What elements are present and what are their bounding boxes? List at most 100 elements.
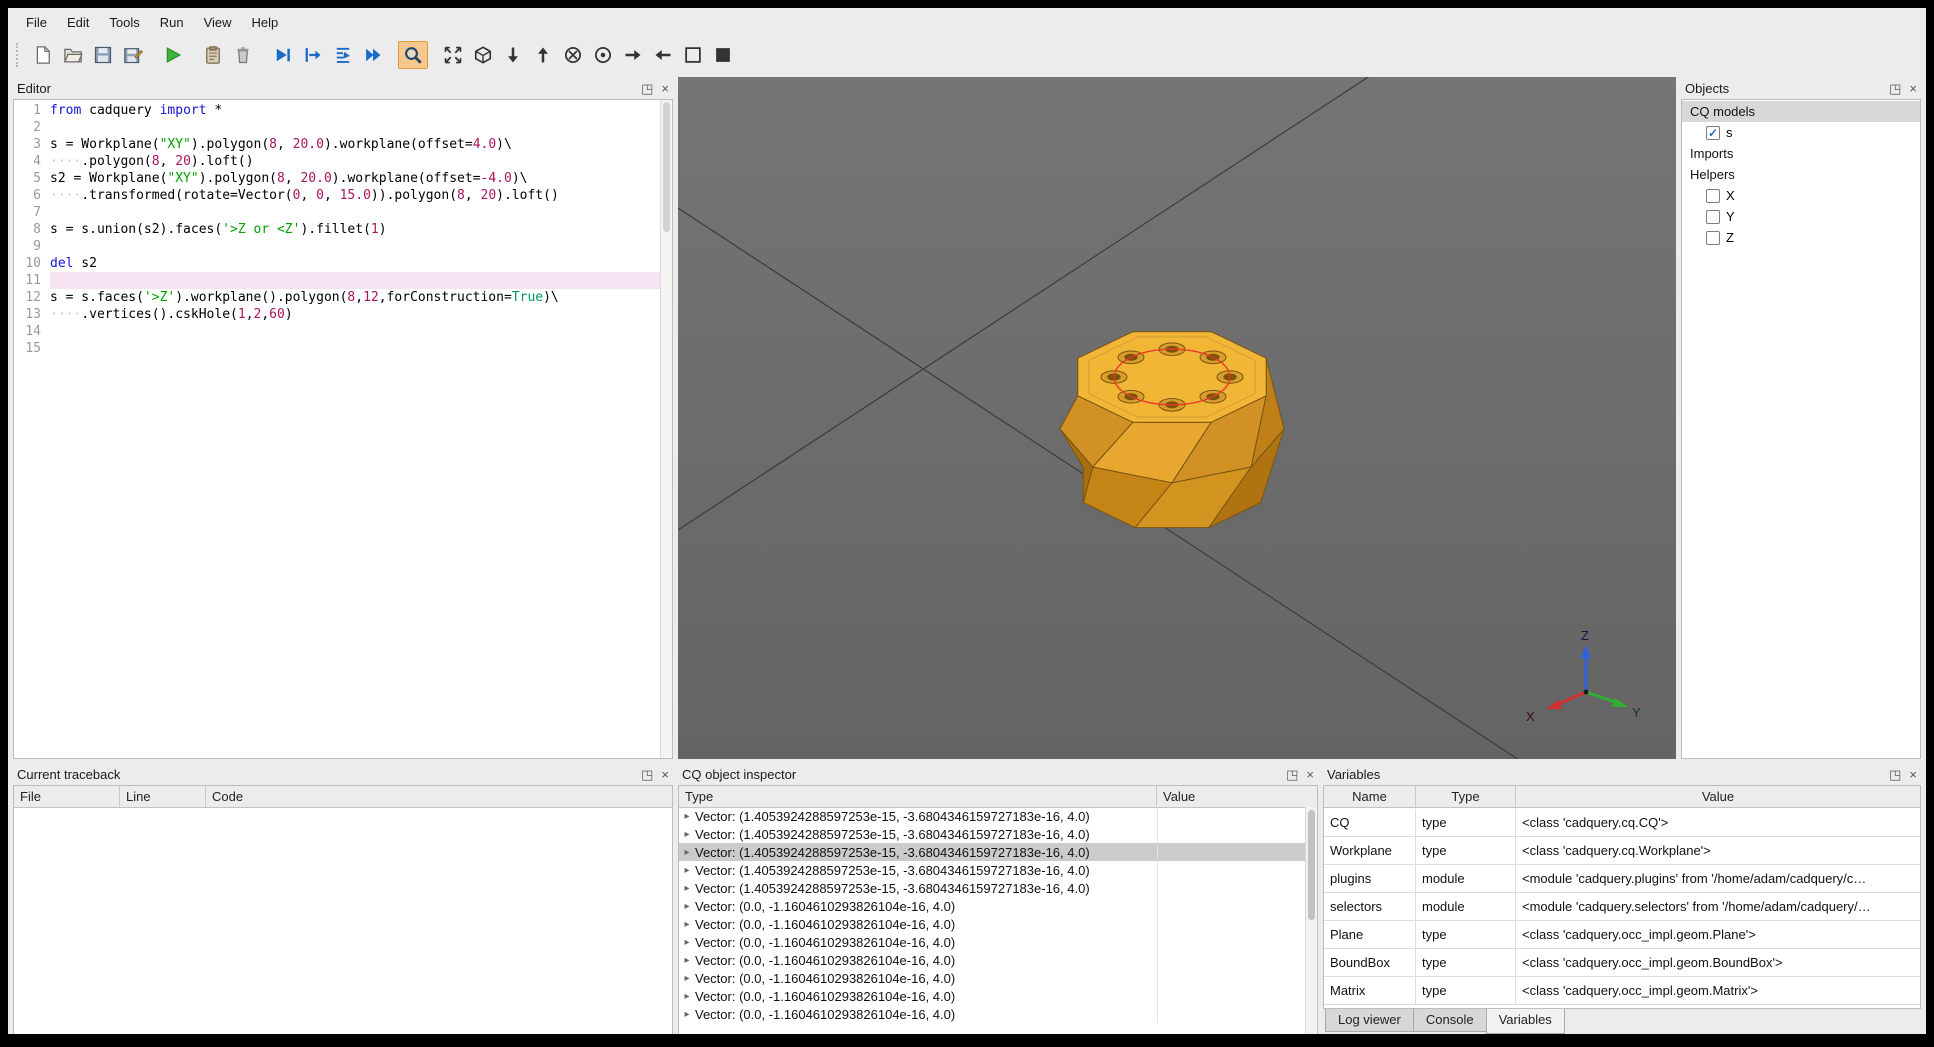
objects-panel-titlebar[interactable]: Objects ◳ × (1681, 77, 1921, 99)
inspector-row[interactable]: ▸ Vector: (0.0, -1.1604610293826104e-16, … (679, 897, 1305, 915)
variables-header-type[interactable]: Type (1416, 786, 1516, 807)
traceback-header-line[interactable]: Line (120, 786, 206, 807)
zoom-select-button[interactable] (398, 41, 428, 69)
variables-header-name[interactable]: Name (1324, 786, 1416, 807)
close-panel-icon[interactable]: × (1909, 768, 1917, 781)
inspector-row[interactable]: ▸ Vector: (0.0, -1.1604610293826104e-16, … (679, 987, 1305, 1005)
float-panel-icon[interactable]: ◳ (641, 82, 653, 95)
3d-viewport[interactable]: Z Y X (678, 77, 1676, 759)
close-panel-icon[interactable]: × (1306, 768, 1314, 781)
step-button[interactable] (298, 41, 328, 69)
delete-button[interactable] (228, 41, 258, 69)
continue-button[interactable] (358, 41, 388, 69)
traceback-header-code[interactable]: Code (206, 786, 672, 807)
inspector-row[interactable]: ▸ Vector: (1.4053924288597253e-15, -3.680… (679, 843, 1305, 861)
close-panel-icon[interactable]: × (1909, 82, 1917, 95)
inspector-row[interactable]: ▸ Vector: (0.0, -1.1604610293826104e-16, … (679, 933, 1305, 951)
scrollbar-thumb[interactable] (1308, 810, 1315, 920)
shaded-button[interactable] (708, 41, 738, 69)
menu-item-edit[interactable]: Edit (57, 10, 99, 35)
code-line-9[interactable]: 9 (14, 238, 660, 255)
code-line-2[interactable]: 2 (14, 119, 660, 136)
code-line-1[interactable]: 1 from cadquery import * (14, 102, 660, 119)
menu-item-file[interactable]: File (16, 10, 57, 35)
expander-icon[interactable]: ▸ (679, 937, 695, 948)
editor-panel-titlebar[interactable]: Editor ◳ × (13, 77, 673, 99)
variables-panel-titlebar[interactable]: Variables ◳ × (1323, 763, 1921, 785)
traceback-panel-titlebar[interactable]: Current traceback ◳ × (13, 763, 673, 785)
expander-icon[interactable]: ▸ (679, 1009, 695, 1020)
code-line-6[interactable]: 6 ····.transformed(rotate=Vector(0, 0, 15… (14, 187, 660, 204)
code-line-5[interactable]: 5 s2 = Workplane("XY").polygon(8, 20.0).w… (14, 170, 660, 187)
save-button[interactable] (88, 41, 118, 69)
float-panel-icon[interactable]: ◳ (1889, 768, 1901, 781)
scrollbar-thumb[interactable] (663, 102, 670, 232)
expander-icon[interactable]: ▸ (679, 883, 695, 894)
code-line-14[interactable]: 14 (14, 323, 660, 340)
checkbox-z[interactable] (1706, 230, 1720, 245)
tree-item-x[interactable]: X (1682, 185, 1920, 206)
tab-variables[interactable]: Variables (1485, 1009, 1565, 1034)
close-panel-icon[interactable]: × (661, 82, 669, 95)
variables-row[interactable]: selectors module <module 'cadquery.selecto… (1324, 893, 1920, 921)
tab-log-viewer[interactable]: Log viewer (1325, 1009, 1414, 1032)
tree-item-s[interactable]: ✓ s (1682, 122, 1920, 143)
expander-icon[interactable]: ▸ (679, 919, 695, 930)
tree-item-z[interactable]: Z (1682, 227, 1920, 248)
traceback-header-file[interactable]: File (14, 786, 120, 807)
inspector-row[interactable]: ▸ Vector: (1.4053924288597253e-15, -3.680… (679, 825, 1305, 843)
toolbar-drag-handle[interactable] (16, 43, 22, 67)
step-in-button[interactable] (328, 41, 358, 69)
variables-row[interactable]: Plane type <class 'cadquery.occ_impl.geom.… (1324, 921, 1920, 949)
expander-icon[interactable]: ▸ (679, 901, 695, 912)
variables-header-value[interactable]: Value (1516, 786, 1920, 807)
code-editor[interactable]: 1 from cadquery import * 2 3 s = Workplane("… (13, 99, 673, 759)
variables-row[interactable]: BoundBox type <class 'cadquery.occ_impl.ge… (1324, 949, 1920, 977)
expander-icon[interactable]: ▸ (679, 955, 695, 966)
view-back-button[interactable] (588, 41, 618, 69)
tree-item-y[interactable]: Y (1682, 206, 1920, 227)
clipboard-button[interactable] (198, 41, 228, 69)
float-panel-icon[interactable]: ◳ (1286, 768, 1298, 781)
view-right-button[interactable] (618, 41, 648, 69)
inspector-row[interactable]: ▸ Vector: (0.0, -1.1604610293826104e-16, … (679, 915, 1305, 933)
menu-item-tools[interactable]: Tools (99, 10, 149, 35)
inspector-row[interactable]: ▸ Vector: (0.0, -1.1604610293826104e-16, … (679, 969, 1305, 987)
expander-icon[interactable]: ▸ (679, 865, 695, 876)
inspector-scrollbar[interactable] (1305, 807, 1317, 1034)
variables-row[interactable]: CQ type <class 'cadquery.cq.CQ'> (1324, 809, 1920, 837)
expander-icon[interactable]: ▸ (679, 811, 695, 822)
inspector-row[interactable]: ▸ Vector: (1.4053924288597253e-15, -3.680… (679, 879, 1305, 897)
inspector-header-value[interactable]: Value (1157, 786, 1317, 807)
code-line-4[interactable]: 4 ····.polygon(8, 20).loft() (14, 153, 660, 170)
expander-icon[interactable]: ▸ (679, 991, 695, 1002)
tree-group-helpers[interactable]: Helpers (1682, 164, 1920, 185)
variables-row[interactable]: Workplane type <class 'cadquery.cq.Workpla… (1324, 837, 1920, 865)
tab-console[interactable]: Console (1412, 1009, 1487, 1032)
debug-button[interactable] (268, 41, 298, 69)
menu-item-run[interactable]: Run (150, 10, 194, 35)
variables-row[interactable]: plugins module <module 'cadquery.plugins' … (1324, 865, 1920, 893)
view-left-button[interactable] (648, 41, 678, 69)
inspector-row[interactable]: ▸ Vector: (1.4053924288597253e-15, -3.680… (679, 807, 1305, 825)
wireframe-button[interactable] (678, 41, 708, 69)
checkbox-x[interactable] (1706, 188, 1720, 203)
run-button[interactable] (158, 41, 188, 69)
view-up-button[interactable] (528, 41, 558, 69)
tree-group-cq-models[interactable]: CQ models (1682, 101, 1920, 122)
inspector-row[interactable]: ▸ Vector: (1.4053924288597253e-15, -3.680… (679, 861, 1305, 879)
iso-view-button[interactable] (468, 41, 498, 69)
checkbox-y[interactable] (1706, 209, 1720, 224)
expander-icon[interactable]: ▸ (679, 973, 695, 984)
code-line-10[interactable]: 10 del s2 (14, 255, 660, 272)
expander-icon[interactable]: ▸ (679, 847, 695, 858)
code-line-12[interactable]: 12 s = s.faces('>Z').workplane().polygon(… (14, 289, 660, 306)
menu-item-help[interactable]: Help (242, 10, 289, 35)
tree-group-imports[interactable]: Imports (1682, 143, 1920, 164)
checkbox-s[interactable]: ✓ (1706, 125, 1720, 140)
inspector-row[interactable]: ▸ Vector: (0.0, -1.1604610293826104e-16, … (679, 1005, 1305, 1023)
variables-row[interactable]: Matrix type <class 'cadquery.occ_impl.geom… (1324, 977, 1920, 1005)
float-panel-icon[interactable]: ◳ (641, 768, 653, 781)
save-as-button[interactable] (118, 41, 148, 69)
open-button[interactable] (58, 41, 88, 69)
